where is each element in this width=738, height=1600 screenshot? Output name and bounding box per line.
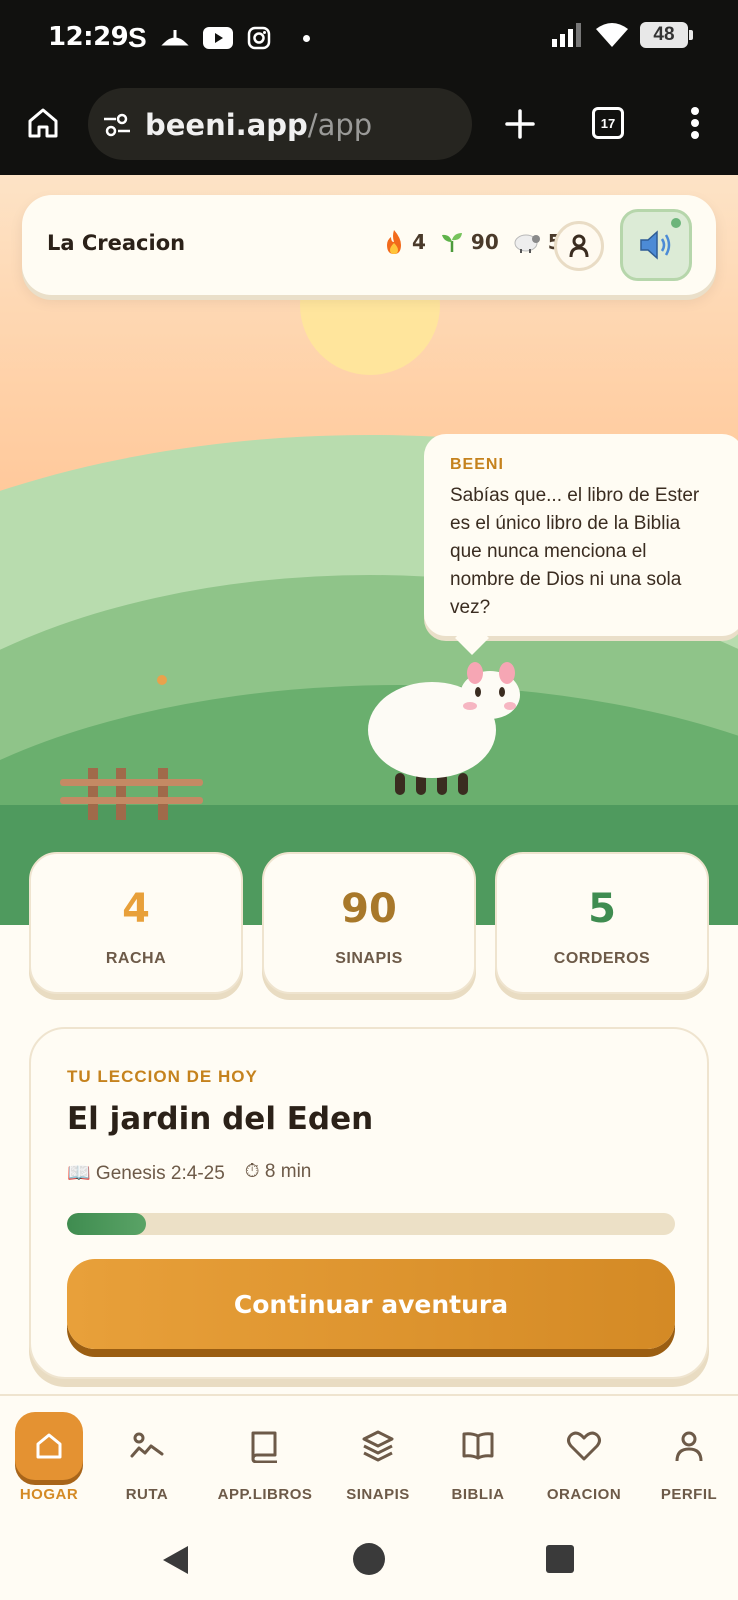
url-text[interactable]: beeni.app/app bbox=[145, 108, 372, 142]
home-icon bbox=[36, 1433, 62, 1459]
nav-icon-wrap bbox=[231, 1412, 299, 1480]
site-settings-icon[interactable] bbox=[102, 112, 132, 138]
flame-icon bbox=[387, 230, 401, 254]
nav-item-oracion[interactable]: ORACION bbox=[534, 1412, 634, 1503]
stat-label: SINAPIS bbox=[335, 950, 403, 967]
stat-value: 5 bbox=[588, 886, 616, 932]
lesson-kicker: TU LECCION DE HOY bbox=[67, 1067, 258, 1086]
nav-icon-wrap bbox=[113, 1412, 181, 1480]
clock: 12:29 bbox=[48, 22, 129, 52]
bubble-speaker: BEENI bbox=[450, 456, 504, 473]
new-tab-icon[interactable] bbox=[504, 108, 536, 140]
nav-item-biblia[interactable]: BIBLIA bbox=[428, 1412, 528, 1503]
skype-icon: S bbox=[128, 22, 147, 53]
battery-indicator: 48 bbox=[640, 22, 693, 48]
youtube-icon bbox=[202, 27, 233, 49]
nav-label: SINAPIS bbox=[346, 1486, 410, 1503]
signal-icon bbox=[552, 23, 581, 47]
streak-stat: 4 bbox=[383, 229, 426, 255]
mascot-speech-bubble: BEENI Sabías que... el libro de Ester es… bbox=[424, 434, 738, 636]
nav-icon-wrap bbox=[550, 1412, 618, 1480]
app-notification-icon bbox=[161, 30, 189, 46]
nav-label: PERFIL bbox=[660, 1486, 718, 1503]
nav-item-perfil[interactable]: PERFIL bbox=[639, 1412, 738, 1503]
wifi-icon bbox=[596, 23, 628, 47]
sheep-icon bbox=[514, 234, 540, 253]
streak-count: 4 bbox=[412, 230, 426, 254]
address-bar[interactable]: beeni.app/app bbox=[88, 88, 472, 160]
continue-adventure-button[interactable]: Continuar aventura bbox=[67, 1259, 675, 1349]
lesson-title: El jardin del Eden bbox=[67, 1101, 374, 1137]
stat-card-sinapis: 90 SINAPIS bbox=[262, 852, 476, 994]
instagram-icon bbox=[247, 26, 270, 50]
route-icon bbox=[130, 1432, 164, 1458]
home-icon[interactable] bbox=[26, 106, 60, 140]
bottom-navigation: HOGAR RUTA APP.LIBROS SINAPIS BIBLIA ORA… bbox=[0, 1394, 738, 1514]
profile-button[interactable] bbox=[554, 221, 604, 271]
stat-value: 90 bbox=[341, 886, 397, 932]
sinapis-stat: 90 bbox=[440, 230, 499, 254]
nav-icon-wrap bbox=[15, 1412, 83, 1480]
url-host: beeni.app bbox=[145, 108, 308, 142]
nav-label: BIBLIA bbox=[451, 1486, 505, 1503]
sound-toggle-button[interactable] bbox=[620, 209, 692, 281]
sprout-icon bbox=[441, 233, 462, 252]
recents-icon[interactable] bbox=[546, 1545, 574, 1573]
nav-label: ORACION bbox=[546, 1486, 622, 1503]
person-icon bbox=[569, 234, 589, 258]
stat-label: CORDEROS bbox=[553, 950, 651, 967]
lesson-progress-bar bbox=[67, 1213, 675, 1235]
stat-card-corderos: 5 CORDEROS bbox=[495, 852, 709, 994]
tab-switcher-button[interactable]: 17 bbox=[592, 107, 624, 139]
menu-dots-icon[interactable] bbox=[690, 106, 700, 140]
url-path: /app bbox=[307, 108, 373, 142]
bible-icon bbox=[462, 1432, 494, 1460]
stat-value: 4 bbox=[122, 886, 150, 932]
layers-icon bbox=[362, 1430, 394, 1462]
lesson-progress-fill bbox=[67, 1213, 147, 1235]
nav-icon-wrap bbox=[344, 1412, 412, 1480]
stat-card-racha: 4 RACHA bbox=[29, 852, 243, 994]
lesson-header-card: La Creacion 4 90 5 bbox=[22, 195, 716, 295]
lesson-duration: ⏱ 8 min bbox=[244, 1161, 312, 1182]
nav-icon-wrap bbox=[444, 1412, 512, 1480]
book-icon bbox=[251, 1431, 277, 1463]
stat-label: RACHA bbox=[105, 950, 167, 967]
more-notifications-dot bbox=[302, 34, 310, 42]
speaker-icon bbox=[640, 230, 671, 260]
browser-toolbar: beeni.app/app 17 bbox=[0, 72, 738, 175]
heart-icon bbox=[567, 1431, 601, 1461]
sinapis-count: 90 bbox=[470, 230, 499, 254]
nav-label: RUTA bbox=[125, 1486, 169, 1503]
user-icon bbox=[675, 1431, 703, 1462]
nav-item-app-libros[interactable]: APP.LIBROS bbox=[215, 1412, 315, 1503]
status-bar: 12:29 S 48 bbox=[0, 0, 738, 72]
home-circle-icon[interactable] bbox=[352, 1542, 386, 1576]
nav-icon-wrap bbox=[655, 1412, 723, 1480]
nav-item-hogar[interactable]: HOGAR bbox=[0, 1412, 99, 1503]
nav-label: HOGAR bbox=[19, 1486, 79, 1503]
system-navigation-bar bbox=[0, 1514, 738, 1600]
nav-item-ruta[interactable]: RUTA bbox=[97, 1412, 197, 1503]
nav-item-sinapis[interactable]: SINAPIS bbox=[328, 1412, 428, 1503]
sound-status-dot bbox=[671, 218, 681, 228]
back-icon[interactable] bbox=[160, 1544, 192, 1576]
page-title: La Creacion bbox=[47, 231, 186, 255]
lesson-reference: 📖 Genesis 2:4-25 bbox=[67, 1163, 225, 1184]
nav-label: APP.LIBROS bbox=[217, 1486, 313, 1503]
bubble-text: Sabías que... el libro de Ester es el ún… bbox=[450, 485, 700, 618]
todays-lesson-card: TU LECCION DE HOY El jardin del Eden 📖 G… bbox=[29, 1027, 709, 1379]
